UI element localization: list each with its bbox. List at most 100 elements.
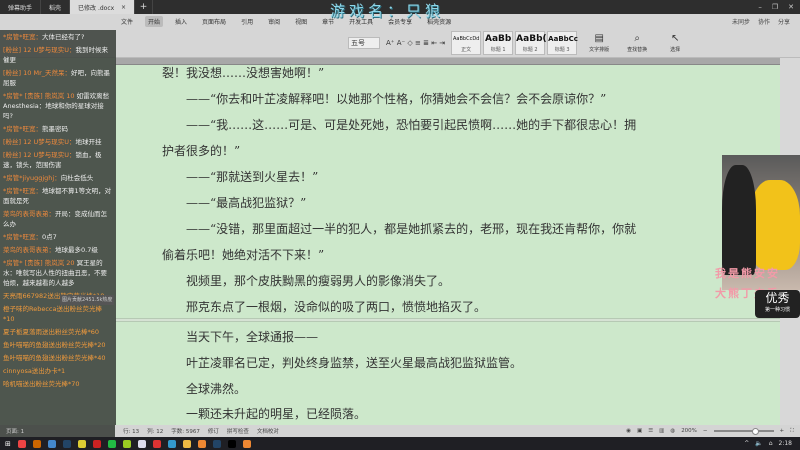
clock[interactable]: 2:18 <box>779 440 792 447</box>
chrome-icon[interactable] <box>17 439 26 448</box>
app-icon[interactable] <box>122 439 131 448</box>
chat-message: *房管*旺宽：地球都不算1等文明，对面就是死 <box>3 187 112 205</box>
text-layout-button[interactable]: ▤ 文字排版 <box>583 33 615 53</box>
tab-document[interactable]: 已修改 .docx × <box>70 0 136 14</box>
chat-message: 菜鸟的表哥表弟：地球最多0.7级 <box>3 246 98 254</box>
tab-danmaku-helper[interactable]: 弹幕助手 <box>0 0 42 14</box>
folder-icon[interactable] <box>182 439 191 448</box>
heat-label: 图片贡献2451.5k热度 <box>60 295 115 305</box>
chat-message: [粉丝] 12 U梦与现实U：地球开挂 <box>3 138 102 146</box>
windows-start-icon[interactable]: ⊞ <box>5 440 11 448</box>
plush-toy-image <box>750 180 800 270</box>
new-tab-button[interactable]: + <box>135 0 154 14</box>
style-normal[interactable]: AaBbCcDd 正文 <box>451 31 482 55</box>
style-heading-3[interactable]: AaBbCc 标题 3 <box>547 31 578 55</box>
chat-message: [粉丝] 10 Mr_天然呆：好吧，向熊墨屈服 <box>3 69 111 87</box>
collaborate-button[interactable]: 协作 <box>758 17 770 26</box>
search-icon: ⌕ <box>634 33 640 44</box>
fullscreen-icon[interactable]: ⛶ <box>790 428 794 435</box>
app-icon[interactable] <box>242 439 251 448</box>
doc-line: ——“我……这……可是、可是处死她，恐怕要引起民愤啊……她的手下都很忠心！拥 <box>186 118 637 132</box>
find-replace-button[interactable]: ⌕ 查找替换 <box>621 33 653 53</box>
danmaku-chat-overlay: *房管*旺宽：大体已经有了? [粉丝] 12 U梦与现实U：我到时候来催更 [粉… <box>0 30 116 425</box>
game-name-watermark: 游戏名：只狼 <box>330 2 445 20</box>
doc-line: ——“你去和叶芷凌解释吧！以她那个性格，你猜她会不会信？会不会原谅你？” <box>186 92 607 106</box>
doc-line: ——“没错，那里面超过一半的犯人，都是她抓紧去的，老邢，现在我还肯帮你，你就 <box>186 222 637 236</box>
chat-message: *房管*旺宽：熊墨密码 <box>3 125 68 133</box>
revise-toggle[interactable]: 修订 <box>208 427 219 435</box>
tab-document-label: 已修改 .docx <box>78 4 115 12</box>
chat-message: *房管*jiyuggjghj：向杜会低头 <box>3 174 94 182</box>
text-layout-icon: ▤ <box>594 33 604 44</box>
menu-review[interactable]: 审阅 <box>265 16 283 27</box>
app-icon[interactable] <box>32 439 41 448</box>
streamer-image <box>722 165 756 275</box>
terminal-icon[interactable] <box>227 439 236 448</box>
chat-message: *房管* [贵族] 熊岚岚 20 冥王星的水：唯就写出人性的扭曲丑恶，不要怕烦，… <box>3 259 107 287</box>
spell-check-toggle[interactable]: 拼写检查 <box>227 427 249 435</box>
close-window-icon[interactable]: ✕ <box>788 3 794 11</box>
style-heading-2[interactable]: AaBb(标题 2 <box>515 31 547 55</box>
gift-message: 鱼叶喵喵的鱼翅送出粉丝荧光棒*20 <box>3 341 106 349</box>
steam-icon[interactable] <box>62 439 71 448</box>
steam-icon[interactable] <box>212 439 221 448</box>
chat-message: *房管*旺宽：0点7 <box>3 233 57 241</box>
style-gallery: AaBbCcDd 正文 AaBb 标题 1 AaBb(标题 2 AaBbCc 标题 3 <box>451 31 578 55</box>
doc-line: 偷着乐吧！她绝对活不下来！” <box>162 248 325 262</box>
sync-button[interactable]: 未同步 <box>732 17 750 26</box>
menu-insert[interactable]: 插入 <box>172 16 190 27</box>
app-icon[interactable] <box>197 439 206 448</box>
toolbar: 五号 A⁺ A⁻ ◇ ≡ ≣ ⇤ ⇥ AaBbCcDd 正文 AaBb 标题 1 A… <box>118 31 691 55</box>
volume-icon[interactable]: 🔈 <box>755 440 762 447</box>
status-words[interactable]: 字数: 5967 <box>171 427 200 435</box>
doc-compare-button[interactable]: 文档校对 <box>257 427 279 435</box>
app-icon[interactable] <box>92 439 101 448</box>
eye-protection-icon[interactable]: ◉ <box>626 428 631 434</box>
zoom-level[interactable]: 200% <box>681 428 697 434</box>
zoom-out-button[interactable]: − <box>703 428 708 434</box>
read-view-icon[interactable]: ▥ <box>659 428 664 434</box>
status-bar: 行: 13 列: 12 字数: 5967 修订 拼写检查 文档校对 ◉ ▣ ☰ … <box>115 425 800 437</box>
app-icon[interactable] <box>137 439 146 448</box>
app-icon[interactable] <box>47 439 56 448</box>
status-col: 列: 12 <box>147 429 164 435</box>
share-button[interactable]: 分享 <box>778 17 790 26</box>
style-heading-1[interactable]: AaBb 标题 1 <box>483 31 514 55</box>
select-button[interactable]: ↖ 选择 <box>659 33 691 53</box>
network-icon[interactable]: ⌂ <box>769 440 773 447</box>
ribbon-right: 未同步 协作 分享 <box>732 17 790 26</box>
format-icons[interactable]: A⁺ A⁻ ◇ ≡ ≣ ⇤ ⇥ <box>386 39 445 47</box>
gift-message: 夏子栀夏落雨送出粉丝荧光棒*60 <box>3 328 100 336</box>
zoom-in-button[interactable]: + <box>780 428 785 434</box>
font-size-select[interactable]: 五号 <box>348 37 380 49</box>
doc-line: 护者很多的！” <box>162 144 241 158</box>
menu-file[interactable]: 文件 <box>118 16 136 27</box>
restore-icon[interactable]: ❐ <box>772 3 778 11</box>
doc-line: 当天下午，全球通报—— <box>186 330 319 344</box>
close-icon[interactable]: × <box>121 4 126 11</box>
menu-references[interactable]: 引用 <box>238 16 256 27</box>
status-page[interactable]: 页面: 1 <box>6 427 24 435</box>
zoom-slider[interactable] <box>713 428 774 435</box>
tray-chevron-icon[interactable]: ^ <box>744 440 749 447</box>
app-icon[interactable] <box>77 439 86 448</box>
minimize-icon[interactable]: – <box>758 3 762 11</box>
wechat-icon[interactable] <box>107 439 116 448</box>
gift-message: cinnyosa送出办卡*1 <box>3 367 66 375</box>
page-break <box>115 318 780 322</box>
menu-view[interactable]: 视图 <box>292 16 310 27</box>
tab-docer[interactable]: 稻壳 <box>41 0 71 14</box>
app-icon[interactable] <box>167 439 176 448</box>
page-view-icon[interactable]: ▣ <box>637 428 642 434</box>
doc-line: 邢克东点了一根烟，没命似的吸了两口，愤愤地掐灭了。 <box>186 300 487 314</box>
outline-view-icon[interactable]: ☰ <box>648 428 653 434</box>
wps-icon[interactable] <box>152 439 161 448</box>
web-view-icon[interactable]: ◍ <box>670 428 675 434</box>
chat-message: 菜鸟的表哥表弟：开局：变成仙而怎么办 <box>3 210 107 228</box>
doc-line: 叶芷凌罪名已定，判处终身监禁，送至火星最高战犯监狱监管。 <box>186 356 523 370</box>
menu-home[interactable]: 开始 <box>145 16 164 27</box>
menu-layout[interactable]: 页面布局 <box>199 16 229 27</box>
system-tray: ^ 🔈 ⌂ 2:18 <box>744 440 800 447</box>
gift-message: 哈机喵送出粉丝荧光棒*70 <box>3 380 80 388</box>
gift-message: 橙子味的Rebecca送出粉丝荧光棒*10 <box>3 305 102 323</box>
